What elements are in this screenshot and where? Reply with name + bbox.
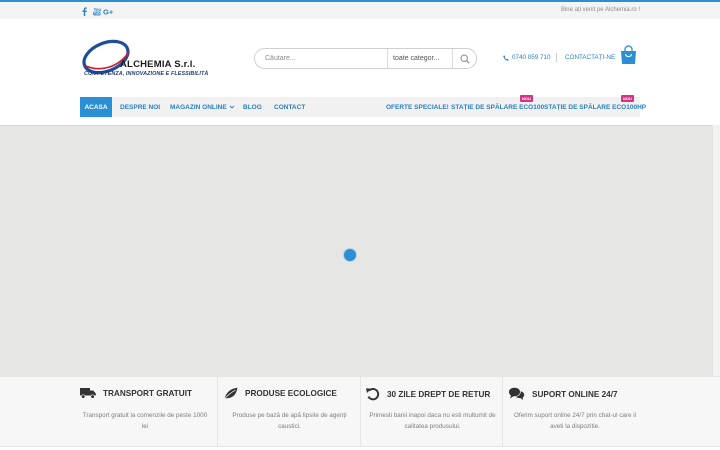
features-bar: TRANSPORT GRATUIT Transport gratuit la c… (0, 376, 720, 447)
google-plus-icon[interactable]: G+ (103, 5, 114, 17)
feature-header: PRODUSE ECOLOGICE (223, 387, 337, 400)
feature-description: Primesti banii inapoi daca nu esti multu… (366, 410, 499, 432)
nav-item-contact[interactable]: CONTACT (274, 97, 305, 117)
svg-text:Tube: Tube (93, 11, 100, 15)
nav-item-acasa[interactable]: ACASA (80, 97, 112, 117)
nav-item-statie-eco100hp[interactable]: STAȚIE DE SPĂLARE ECO100HP NOU (544, 95, 647, 117)
feature-title: SUPORT ONLINE 24/7 (532, 389, 618, 399)
page-bottom-edge (0, 446, 720, 450)
feature-header: SUPORT ONLINE 24/7 (508, 387, 618, 401)
category-select[interactable]: toate categor... (388, 49, 452, 68)
nav-item-label: STAȚIE DE SPĂLARE ECO100HP (544, 103, 647, 111)
feature-description-line: aveti la dispozitie. (550, 423, 600, 430)
nav-item-blog[interactable]: BLOG (243, 97, 262, 117)
feature-description-line: calitatea produsului. (404, 423, 461, 430)
new-badge: NOU (621, 95, 634, 102)
feature-description: Produse pe bază de apă lipsite de agenți… (224, 410, 355, 432)
search-button[interactable] (453, 49, 477, 68)
youtube-icon[interactable]: You Tube (92, 5, 101, 17)
chevron-down-icon (229, 105, 235, 109)
search-icon (460, 53, 470, 64)
truck-icon (80, 388, 96, 399)
nav-item-magazin-online[interactable]: MAGAZIN ONLINE (170, 97, 235, 117)
cart-button[interactable] (620, 45, 637, 65)
new-badge: NOU (520, 95, 533, 102)
contact-link[interactable]: CONTACTAȚI-NE (565, 54, 615, 61)
welcome-message: Bine ați venit pe Alchemia.ro ! (560, 7, 640, 13)
loading-spinner (344, 249, 356, 261)
phone-icon (503, 54, 509, 61)
map-area[interactable] (0, 125, 712, 376)
feature-suport: SUPORT ONLINE 24/7 Oferim suport online … (503, 377, 712, 447)
feature-description-line: Transport gratuit la comenzile de peste … (82, 412, 208, 419)
feature-description-line: Oferim suport online 24/7 prin chat-ul c… (513, 412, 637, 419)
search-bar: toate categor... (254, 48, 477, 69)
nav-item-label: STAȚIE DE SPĂLARE ECO100 (451, 103, 545, 111)
undo-icon (366, 388, 380, 401)
feature-title: TRANSPORT GRATUIT (103, 388, 192, 398)
feature-description: Oferim suport online 24/7 prin chat-ul c… (505, 410, 645, 432)
main-nav: ACASA DESPRE NOI MAGAZIN ONLINE BLOG CON… (80, 95, 646, 117)
feature-title: PRODUSE ECOLOGICE (245, 389, 337, 398)
svg-text:G+: G+ (103, 7, 114, 16)
category-select-value: toate categor... (393, 55, 440, 62)
nav-item-oferte-speciale[interactable]: OFERTE SPECIALE! (386, 97, 449, 117)
leaf-icon (224, 387, 238, 400)
feature-description-line: lei (141, 423, 149, 430)
nav-item-label: MAGAZIN ONLINE (170, 103, 227, 111)
feature-header: 30 ZILE DREPT DE RETUR (365, 387, 490, 401)
shopping-bag-icon (621, 45, 636, 64)
feature-header: TRANSPORT GRATUIT (80, 387, 192, 399)
feature-description-line: Produse pe bază de apă lipsite de agenți (232, 412, 347, 419)
nav-item-despre-noi[interactable]: DESPRE NOI (120, 97, 160, 117)
feature-description-line: Primesti banii inapoi daca nu esti multu… (369, 412, 496, 419)
chat-icon (509, 387, 525, 400)
top-bar: You Tube G+ Bine ați venit pe Alchemia.ro… (0, 2, 720, 19)
phone-link[interactable]: 0740 059 710 (503, 54, 551, 61)
nav-item-statie-eco100[interactable]: STAȚIE DE SPĂLARE ECO100 NOU (451, 95, 545, 117)
logo-tagline: COMPETENZA, INNOVAZIONE E FLESSIBILITÀ (84, 71, 209, 77)
header-divider (556, 53, 557, 62)
feature-title: 30 ZILE DREPT DE RETUR (387, 389, 491, 399)
site-logo[interactable]: ALCHEMIA S.r.l. COMPETENZA, INNOVAZIONE … (80, 38, 209, 82)
facebook-icon[interactable] (80, 5, 88, 17)
feature-description: Transport gratuit la comenzile de peste … (80, 410, 210, 432)
feature-retur: 30 ZILE DREPT DE RETUR Primesti banii in… (361, 377, 503, 447)
search-input[interactable] (255, 49, 387, 68)
phone-number: 0740 059 710 (512, 54, 551, 61)
feature-ecologic: PRODUSE ECOLOGICE Produse pe bază de apă… (218, 377, 361, 447)
feature-description-line: caustici. (278, 423, 301, 430)
feature-transport: TRANSPORT GRATUIT Transport gratuit la c… (0, 377, 218, 447)
logo-name: ALCHEMIA S.r.l. (120, 59, 196, 70)
